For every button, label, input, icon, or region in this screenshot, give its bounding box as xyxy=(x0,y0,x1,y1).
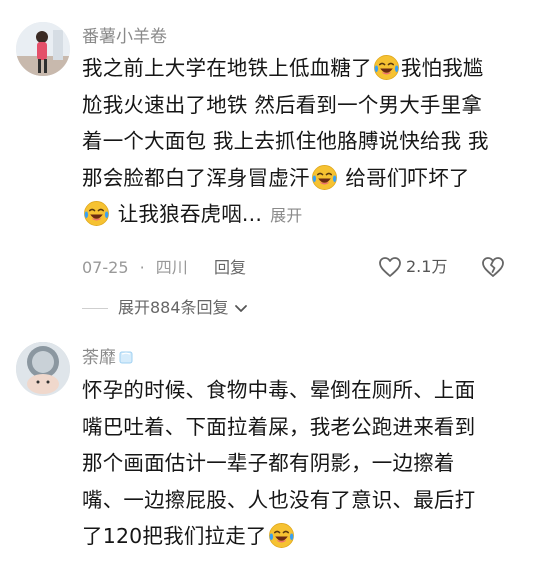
comment-text-segment: 着一个大面包 我上去抓住他胳膊说快给我 我 xyxy=(82,129,489,153)
comment-text-segment: 怀孕的时候、食物中毒、晕倒在厕所、上面 xyxy=(82,378,476,402)
comment-text: 怀孕的时候、食物中毒、晕倒在厕所、上面 嘴巴吐着、下面拉着屎，我老公跑进来看到 … xyxy=(82,372,518,555)
like-button[interactable]: 2.1万 xyxy=(378,254,447,280)
comment-text-segment: 让我狼吞虎咽... xyxy=(111,202,263,226)
username-text: 荼靡 xyxy=(82,348,116,368)
expand-replies-label: 展开884条回复 xyxy=(118,298,229,317)
comment-text-segment: 那个画面估计一辈子都有阴影，一边擦着 xyxy=(82,451,455,475)
like-count: 2.1万 xyxy=(406,257,448,276)
comment-line: 嘴、一边擦屁股、人也没有了意识、最后打 xyxy=(82,482,518,519)
meta-separator: · xyxy=(139,258,145,277)
comment-text-segment: 给哥们吓坏了 xyxy=(338,165,470,190)
user-avatar-photo xyxy=(16,342,70,396)
comment-text-segment: 嘴、一边擦屁股、人也没有了意识、最后打 xyxy=(82,487,476,512)
comment-line: 那会脸都白了浑身冒虚汗 给哥们吓坏了 xyxy=(82,160,518,197)
comment-line: 那个画面估计一辈子都有阴影，一边擦着 xyxy=(82,445,518,482)
chevron-down-icon xyxy=(234,305,247,312)
comment-text-segment: 我怕我尴 xyxy=(400,56,484,80)
laughing-crying-emoji xyxy=(373,54,400,81)
comment-text-segment: 那会脸都白了浑身冒虚汗 xyxy=(82,165,310,190)
laughing-crying-emoji xyxy=(83,200,110,227)
heart-outline-icon xyxy=(379,257,401,277)
avatar[interactable] xyxy=(16,342,70,396)
comment-text-segment: 我之前上大学在地铁上低血糖了 xyxy=(82,56,372,80)
comment-location: 四川 xyxy=(155,258,188,277)
comment-line: 了120把我们拉走了 xyxy=(82,518,518,555)
laughing-crying-emoji xyxy=(311,164,338,191)
comment-username[interactable]: 番薯小羊卷 xyxy=(82,26,167,48)
divider xyxy=(82,307,108,309)
comment-text: 我之前上大学在地铁上低血糖了 我怕我尴 尬我火速出了地铁 然后看到一个男大手里拿 … xyxy=(82,50,518,233)
comment-line: 嘴巴吐着、下面拉着屎，我老公跑进来看到 xyxy=(82,409,518,446)
comment-line: 着一个大面包 我上去抓住他胳膊说快给我 我 xyxy=(82,123,518,160)
avatar[interactable] xyxy=(16,22,70,76)
comment-text-segment: 尬我火速出了地铁 然后看到一个男大手里拿 xyxy=(82,92,483,117)
comment-line: 让我狼吞虎咽... 展开 xyxy=(82,196,518,233)
user-avatar-photo xyxy=(16,22,70,76)
comment-username[interactable]: 荼靡 xyxy=(82,347,134,369)
comment-line: 尬我火速出了地铁 然后看到一个男大手里拿 xyxy=(82,87,518,124)
laughing-crying-emoji xyxy=(268,522,295,549)
comment-date: 07-25 xyxy=(82,258,129,277)
comment-text-segment: 了120把我们拉走了 xyxy=(82,524,267,548)
comment-meta: 07-25 · 四川 xyxy=(82,256,188,280)
expand-replies-button[interactable]: 展开884条回复 xyxy=(82,297,249,319)
ice-cube-icon xyxy=(119,351,133,364)
broken-heart-icon xyxy=(482,257,504,277)
comment-line: 我之前上大学在地铁上低血糖了 我怕我尴 xyxy=(82,50,518,87)
comment-line: 怀孕的时候、食物中毒、晕倒在厕所、上面 xyxy=(82,372,518,409)
reply-button[interactable]: 回复 xyxy=(214,256,246,280)
expand-text-button[interactable]: 展开 xyxy=(270,206,302,225)
dislike-button[interactable] xyxy=(481,256,505,278)
comment-text-segment: 嘴巴吐着、下面拉着屎，我老公跑进来看到 xyxy=(82,414,476,439)
